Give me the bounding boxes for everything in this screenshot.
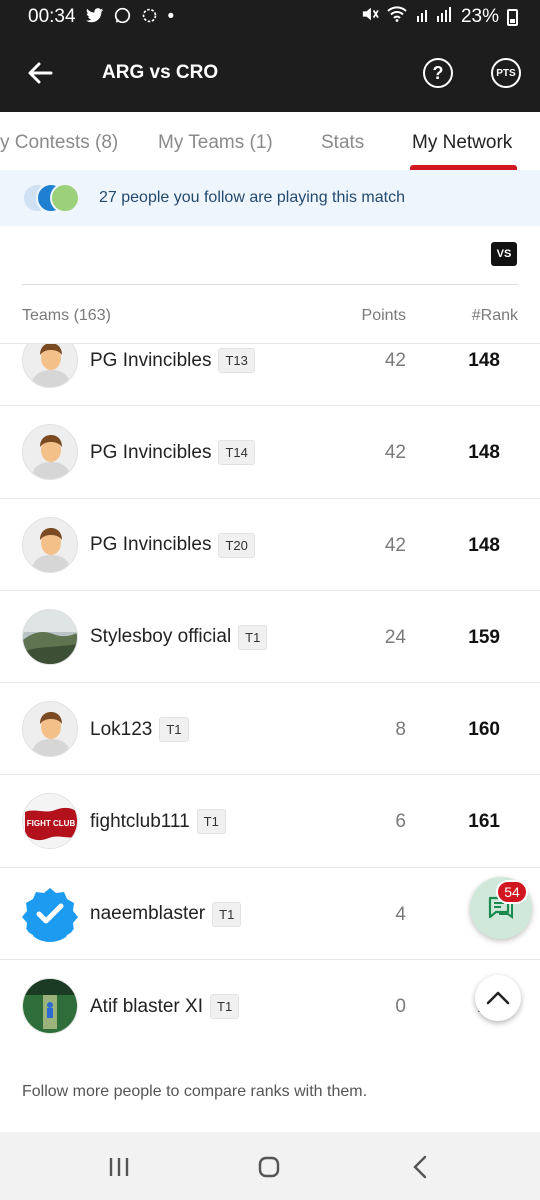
help-icon: ? [432,62,444,83]
vs-label: VS [496,248,512,260]
fightclub-logo-avatar: FIGHT CLUB [22,793,78,850]
table-row[interactable]: PG Invincibles T13 42 148 [0,344,540,407]
cricket-photo-avatar [22,978,78,1035]
page-title: ARG vs CRO [102,62,219,83]
rank-value: 160 [468,719,500,741]
points-value: 0 [395,996,406,1018]
followed-avatars [22,181,92,215]
team-tag: T14 [218,440,255,466]
points-value: 6 [395,811,406,833]
follower-avatar [50,183,80,213]
rank-value: 148 [468,442,500,464]
rank-value: 148 [468,534,500,556]
rank-column-header: #Rank [471,307,518,324]
team-tag: T1 [210,994,240,1020]
team-owner-name: Lok123 [90,718,153,740]
team-owner-name: naeemblaster [90,903,206,925]
whatsapp-icon [114,7,131,28]
back-arrow-icon [28,62,53,84]
follow-banner[interactable]: 27 people you follow are playing this ma… [0,170,540,226]
table-row[interactable]: PG Invincibles T14 42 148 [0,406,540,499]
team-tag: T1 [238,624,268,650]
table-row[interactable]: naeemblaster T1 4 [0,868,540,961]
fightclub-logo-text: FIGHT CLUB [27,819,76,828]
twitter-icon [85,7,104,27]
notification-dot: • [167,6,175,27]
system-back-button[interactable] [405,1154,435,1180]
team-owner-name: Stylesboy official [90,626,232,648]
team-tag: T1 [212,901,242,927]
points-system-button[interactable]: PTS [491,58,521,88]
table-row[interactable]: PG Invincibles T20 42 148 [0,499,540,591]
tab-my-teams[interactable]: My Teams (1) [158,132,273,154]
rank-value: 148 [468,350,500,371]
sync-icon [141,7,158,28]
table-row[interactable]: Stylesboy official T1 24 159 [0,591,540,684]
status-time: 00:34 [28,6,76,27]
recent-apps-button[interactable] [104,1154,134,1180]
verified-badge-icon [22,885,78,942]
rank-value: 159 [468,626,500,648]
wifi-icon [387,6,407,28]
help-button[interactable]: ? [423,58,453,88]
tab-bar: y Contests (8) My Teams (1) Stats My Net… [0,112,540,170]
unread-count-badge: 54 [496,880,528,904]
compare-vs-button[interactable]: VS [491,242,517,266]
tab-contests[interactable]: y Contests (8) [0,132,118,154]
team-owner-name: PG Invincibles [90,534,212,556]
back-button[interactable] [0,34,80,112]
teams-column-header: Teams (163) [22,307,111,324]
points-column-header: Points [361,307,406,324]
default-avatar-icon [22,344,78,388]
points-value: 4 [395,903,406,925]
scroll-to-top-button[interactable] [475,975,521,1021]
table-row[interactable]: Lok123 T1 8 160 [0,683,540,776]
rank-value: 161 [468,811,500,833]
team-tag: T1 [159,717,189,743]
points-value: 8 [395,719,406,741]
leaderboard-list[interactable]: PG Invincibles T13 42 148 PG Invincibles T… [0,344,540,1051]
team-owner-name: fightclub111 [90,810,190,832]
mute-icon [361,6,379,28]
table-header: Teams (163) Points #Rank [0,285,540,343]
table-row[interactable]: Atif blaster XIT1 0 1 [0,960,540,1051]
system-nav-bar [0,1132,540,1200]
footer-note: Follow more people to compare ranks with… [22,1083,368,1100]
battery-icon [507,8,518,26]
landscape-photo-avatar [22,608,78,665]
battery-percent: 23% [460,6,499,27]
chevron-up-icon [486,991,510,1005]
signal-icon [415,6,453,28]
points-value: 42 [384,534,406,556]
team-tag: T20 [218,532,255,558]
recent-apps-icon [109,1158,129,1176]
tab-my-network[interactable]: My Network [412,132,512,154]
default-avatar-icon [22,701,78,758]
app-header: ARG vs CRO ? PTS [0,34,540,112]
team-owner-name: PG Invincibles [90,441,212,463]
default-avatar-icon [22,516,78,573]
table-row[interactable]: FIGHT CLUB fightclub111 T1 6 161 [0,775,540,868]
team-owner-name: PG Invincibles [90,349,212,371]
points-value: 24 [384,626,406,648]
default-avatar-icon [22,424,78,481]
points-value: 42 [384,442,406,464]
status-bar: 00:34 • 23% [0,0,540,34]
team-tag: T13 [218,348,255,373]
team-tag: T1 [196,809,226,835]
home-icon [258,1156,280,1178]
home-button[interactable] [254,1154,284,1180]
points-value: 42 [384,350,406,371]
follow-banner-text: 27 people you follow are playing this ma… [99,189,405,206]
tab-stats[interactable]: Stats [321,132,364,154]
pts-label: PTS [496,67,516,79]
team-owner-name: Atif blaster XI [90,995,203,1017]
chevron-left-icon [413,1155,427,1179]
